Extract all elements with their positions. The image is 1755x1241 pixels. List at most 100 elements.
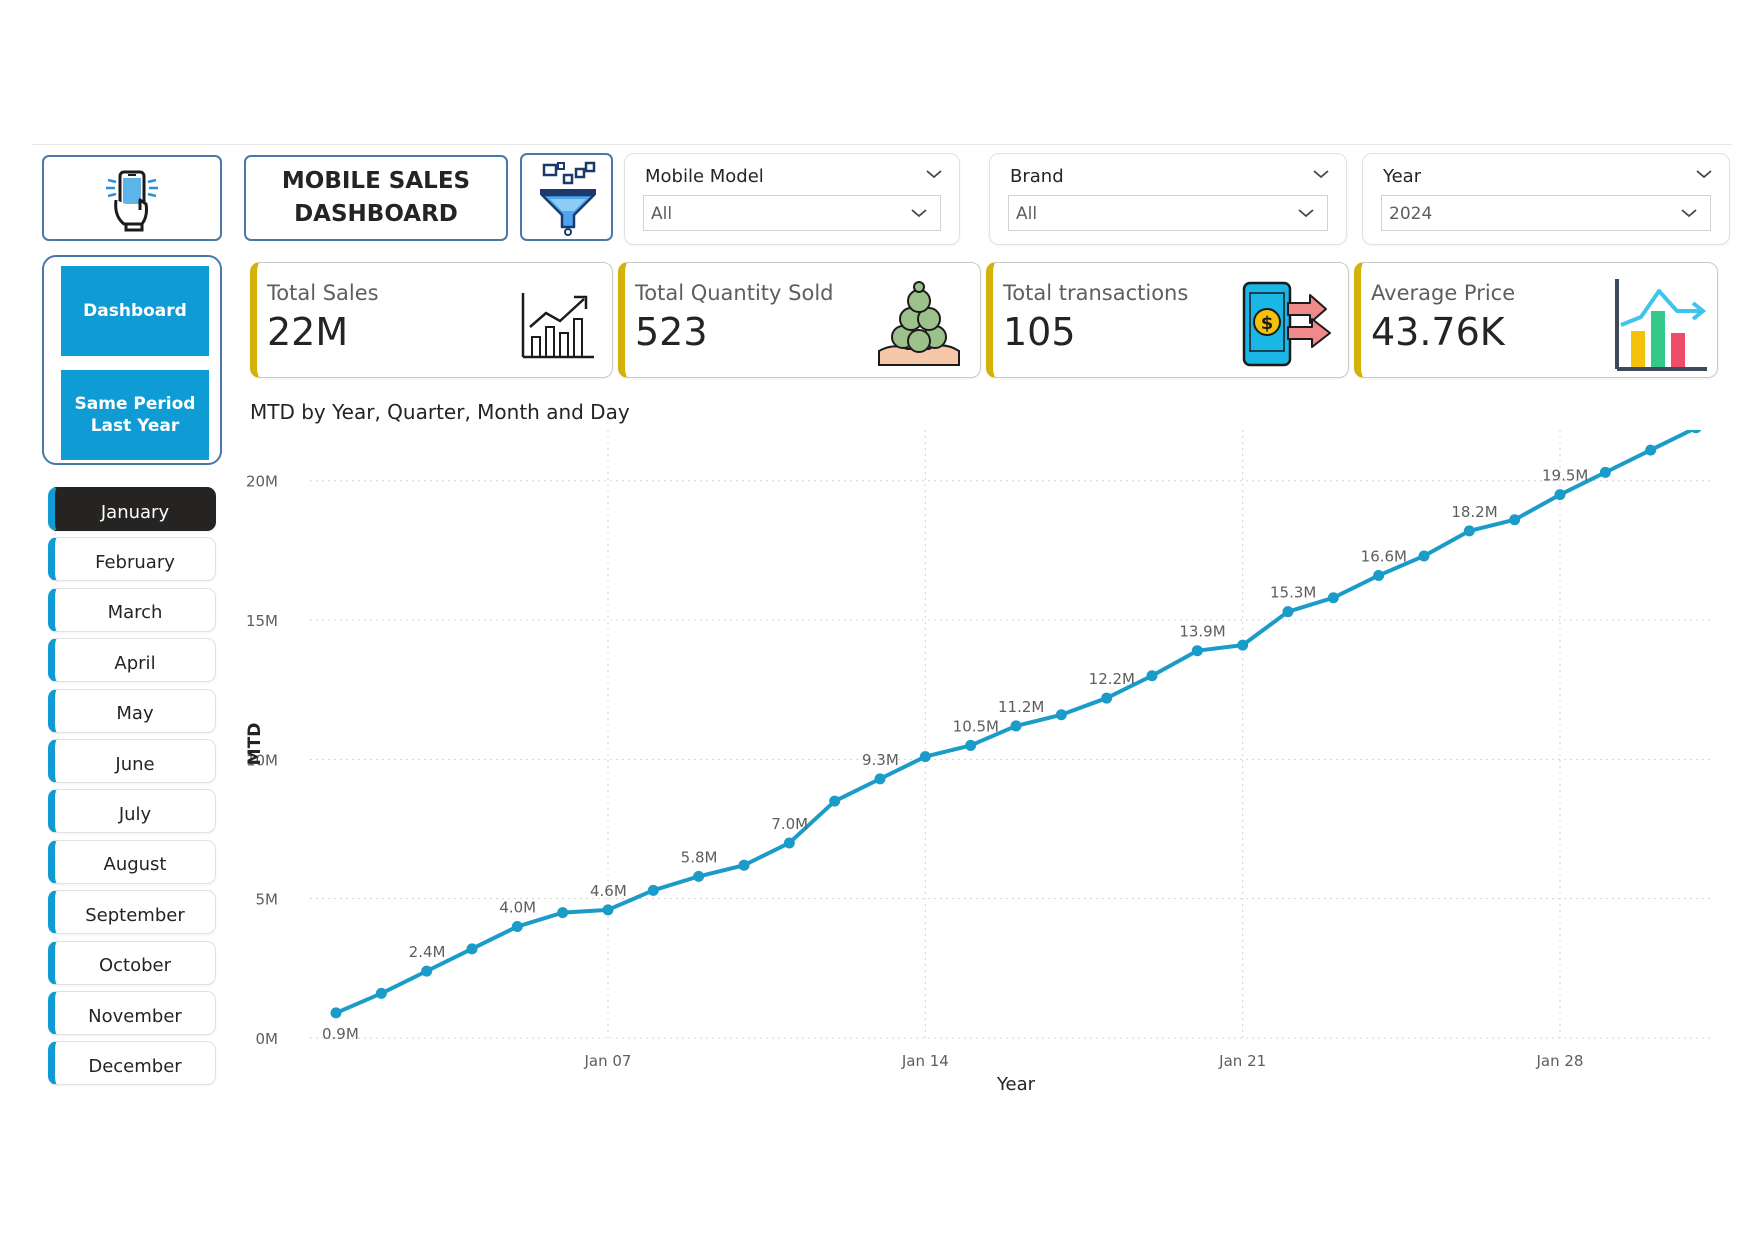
mtd-line-chart: 0M5M10M15M20MJan 07 Jan 14 Jan 21 Jan 28Yea…: [245, 430, 1710, 1095]
kpi-value: 22M: [267, 310, 349, 354]
data-label: 11.2M: [998, 698, 1044, 716]
data-point[interactable]: [375, 987, 387, 999]
data-point[interactable]: [1554, 489, 1566, 501]
dashboard-nav-button[interactable]: Dashboard: [61, 266, 209, 356]
data-point[interactable]: [1191, 645, 1203, 657]
year-dropdown[interactable]: 2024: [1381, 195, 1711, 231]
month-item-september[interactable]: September: [48, 890, 216, 935]
x-axis-title: Year: [996, 1074, 1036, 1095]
y-tick-label: 5M: [256, 891, 279, 909]
y-tick-label: 0M: [256, 1030, 279, 1048]
data-point[interactable]: [919, 751, 931, 763]
data-point[interactable]: [738, 859, 750, 871]
filter-button[interactable]: [520, 153, 613, 241]
data-point[interactable]: [1237, 639, 1249, 651]
month-item-january[interactable]: January: [48, 487, 216, 531]
data-label: 12.2M: [1089, 670, 1135, 688]
data-label: 19.5M: [1542, 467, 1588, 485]
x-tick-label: Jan 07: [584, 1052, 632, 1070]
dropdown-value: All: [1016, 204, 1038, 224]
chevron-down-icon[interactable]: [925, 168, 943, 180]
kpi-card-total-sales: Total Sales 22M: [250, 262, 613, 378]
data-point[interactable]: [1327, 592, 1339, 604]
data-point[interactable]: [783, 837, 795, 849]
data-point[interactable]: [511, 921, 523, 933]
kpi-card-total-transactions: Total transactions 105 $: [986, 262, 1349, 378]
data-point[interactable]: [330, 1007, 342, 1019]
chart-title: MTD by Year, Quarter, Month and Day: [250, 400, 630, 424]
chevron-down-icon[interactable]: [1312, 168, 1330, 180]
kpi-value: 523: [635, 310, 708, 354]
data-point[interactable]: [1146, 670, 1158, 682]
data-point[interactable]: [1282, 606, 1294, 618]
data-label: 7.0M: [771, 815, 808, 833]
mobile-model-dropdown[interactable]: All: [643, 195, 941, 231]
data-point[interactable]: [1418, 550, 1430, 562]
dropdown-value: 2024: [1389, 204, 1433, 224]
data-point[interactable]: [965, 739, 977, 751]
slicer-label: Year: [1383, 166, 1422, 187]
slicer-label: Mobile Model: [645, 166, 764, 187]
data-point[interactable]: [1101, 692, 1113, 704]
month-item-november[interactable]: November: [48, 991, 216, 1035]
y-tick-label: 20M: [246, 473, 278, 491]
data-point[interactable]: [1599, 466, 1611, 478]
month-item-april[interactable]: April: [48, 638, 216, 683]
kpi-card-average-price: Average Price 43.76K: [1354, 262, 1718, 378]
month-item-may[interactable]: May: [48, 688, 216, 733]
page-title: MOBILE SALES DASHBOARD: [281, 168, 471, 227]
month-item-june[interactable]: June: [48, 739, 216, 783]
kpi-label: Average Price: [1371, 281, 1516, 305]
chevron-down-icon: [1681, 209, 1697, 218]
data-label: 5.8M: [681, 848, 718, 866]
kpi-value: 43.76K: [1371, 310, 1505, 354]
data-point[interactable]: [1690, 430, 1702, 434]
kpi-card-total-quantity-sold: Total Quantity Sold 523: [618, 262, 981, 378]
data-point[interactable]: [466, 943, 478, 955]
bar-chart-icon: [1615, 279, 1707, 371]
y-tick-label: 15M: [246, 612, 278, 630]
slicer-label: Brand: [1010, 166, 1064, 187]
growth-chart-icon: [521, 293, 594, 359]
month-item-october[interactable]: October: [48, 940, 216, 985]
data-point[interactable]: [602, 904, 614, 916]
data-point[interactable]: [647, 884, 659, 896]
data-point[interactable]: [693, 870, 705, 882]
chevron-down-icon: [911, 209, 927, 218]
phone-hand-icon: [106, 170, 158, 232]
chevron-down-icon[interactable]: [1695, 168, 1713, 180]
data-label: 13.9M: [1179, 623, 1225, 641]
data-point[interactable]: [1645, 444, 1657, 456]
data-point[interactable]: [1509, 514, 1521, 526]
month-item-march[interactable]: March: [48, 587, 216, 632]
data-point[interactable]: [1463, 525, 1475, 537]
x-tick-label: Jan 28: [1536, 1052, 1584, 1070]
data-point[interactable]: [557, 907, 569, 919]
chevron-down-icon: [1298, 209, 1314, 218]
data-label: 2.4M: [409, 943, 446, 961]
month-item-august[interactable]: August: [48, 839, 216, 884]
data-point[interactable]: [1010, 720, 1022, 732]
data-point[interactable]: [1055, 709, 1067, 721]
month-item-february[interactable]: February: [48, 537, 216, 582]
kpi-value: 105: [1003, 310, 1076, 354]
kpi-label: Total Quantity Sold: [635, 281, 834, 305]
logo-card: [42, 155, 222, 241]
x-tick-label: Jan 21: [1218, 1052, 1266, 1070]
top-divider: [32, 144, 1732, 145]
data-label: 10.5M: [953, 717, 999, 735]
data-point[interactable]: [1373, 569, 1385, 581]
month-item-december[interactable]: December: [48, 1041, 216, 1086]
data-point[interactable]: [874, 773, 886, 785]
same-period-last-year-button[interactable]: Same Period Last Year: [61, 370, 209, 460]
kpi-label: Total Sales: [267, 281, 379, 305]
data-point[interactable]: [829, 795, 841, 807]
brand-dropdown[interactable]: All: [1008, 195, 1328, 231]
dashboard-title-card: MOBILE SALES DASHBOARD: [244, 155, 508, 241]
data-label: 18.2M: [1451, 503, 1497, 521]
month-item-july[interactable]: July: [48, 789, 216, 834]
data-point[interactable]: [421, 965, 433, 977]
mobile-payment-icon: $: [1242, 281, 1331, 367]
navigation-panel: Dashboard Same Period Last Year: [42, 255, 222, 465]
data-label: 15.3M: [1270, 584, 1316, 602]
